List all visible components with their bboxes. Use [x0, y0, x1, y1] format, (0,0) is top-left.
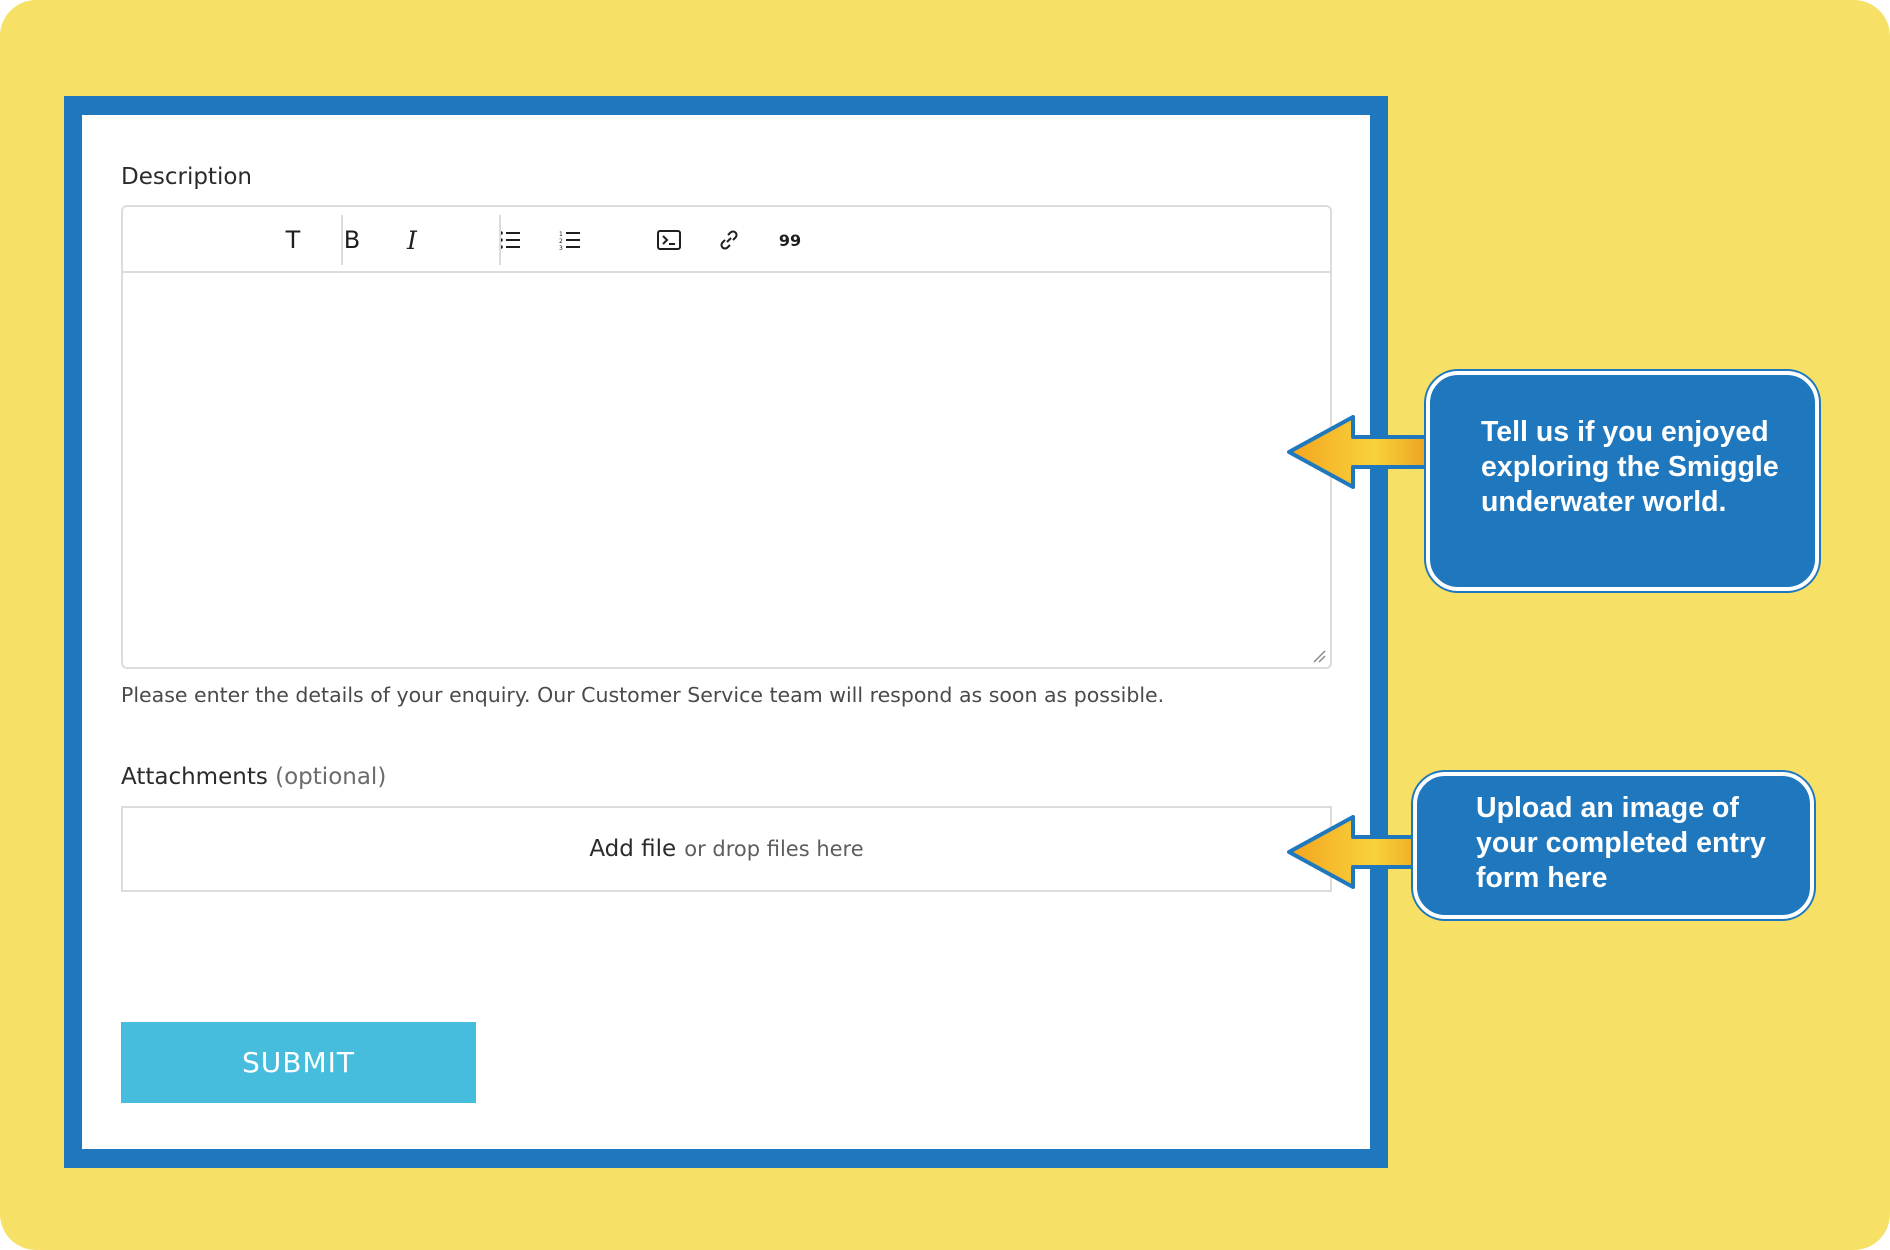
- attachments-label: Attachments (optional): [121, 764, 386, 790]
- bold-label: B: [343, 226, 361, 254]
- quote-button[interactable]: 99: [770, 220, 810, 260]
- drop-files-text: or drop files here: [684, 837, 864, 861]
- numbered-list-button[interactable]: 1 2 3: [550, 220, 590, 260]
- bulleted-list-button[interactable]: [490, 220, 530, 260]
- bold-button[interactable]: B: [332, 220, 372, 260]
- description-textarea[interactable]: [123, 273, 1330, 667]
- file-dropzone[interactable]: Add file or drop files here: [121, 806, 1332, 892]
- numbered-list-icon: 1 2 3: [559, 231, 580, 250]
- toolbar-separator: [499, 215, 501, 265]
- code-block-button[interactable]: [649, 220, 689, 260]
- description-callout: Tell us if you enjoyed exploring the Smi…: [1426, 371, 1819, 591]
- text-style-button[interactable]: T: [273, 220, 313, 260]
- link-button[interactable]: [709, 220, 749, 260]
- attachment-callout: Upload an image of your completed entry …: [1413, 772, 1814, 919]
- add-file-link[interactable]: Add file: [589, 836, 676, 862]
- attachments-label-text: Attachments: [121, 764, 268, 790]
- bulleted-list-icon: [499, 231, 520, 249]
- svg-text:3: 3: [559, 245, 563, 250]
- description-helper-text: Please enter the details of your enquiry…: [121, 683, 1165, 707]
- quote-icon: 99: [778, 230, 802, 250]
- resize-handle-icon[interactable]: [1312, 649, 1326, 663]
- toolbar-separator: [341, 215, 343, 265]
- italic-label: I: [407, 225, 417, 255]
- editor-toolbar: T B I 1 2 3 99: [123, 207, 1330, 273]
- code-block-icon: [657, 230, 681, 250]
- link-icon: [720, 230, 738, 250]
- italic-button[interactable]: I: [392, 220, 432, 260]
- arrow-left-icon: [1287, 415, 1433, 489]
- svg-text:2: 2: [559, 238, 563, 245]
- text-style-label: T: [285, 226, 301, 254]
- optional-tag: (optional): [275, 764, 387, 790]
- description-label: Description: [121, 164, 252, 190]
- svg-text:1: 1: [559, 231, 563, 238]
- submit-button[interactable]: SUBMIT: [121, 1022, 476, 1103]
- description-editor: T B I 1 2 3 99: [121, 205, 1332, 669]
